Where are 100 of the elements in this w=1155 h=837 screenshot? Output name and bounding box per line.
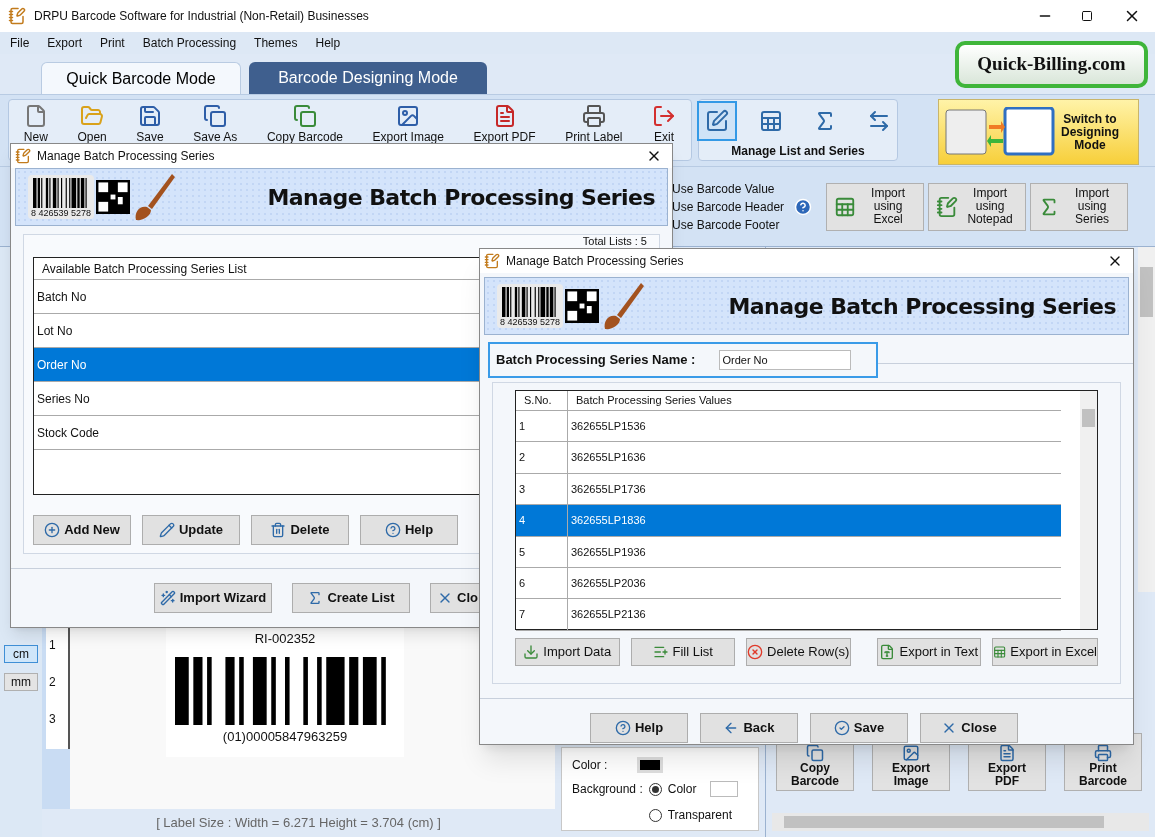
switch-label: Designing [1061, 125, 1119, 139]
document-icon [879, 644, 896, 660]
banner-title: Manage Batch Processing Series [267, 183, 655, 212]
dialog-button[interactable]: Update [142, 515, 240, 545]
unit-button[interactable]: cm [4, 645, 38, 663]
delete-icon [747, 644, 764, 660]
toolbar-button[interactable]: Save As [193, 104, 238, 144]
import-button[interactable]: Import using Excel [826, 182, 925, 231]
import-button[interactable]: Import using Notepad [928, 182, 1027, 231]
spreadsheet-icon [993, 644, 1007, 660]
dialog-button[interactable]: Clo [430, 583, 480, 613]
radio-button[interactable] [648, 808, 662, 822]
scrollbar[interactable] [1138, 247, 1155, 592]
table-cell: 6 [516, 567, 568, 599]
dialog-button[interactable]: Create List [292, 583, 410, 613]
qr-code-icon [565, 289, 600, 323]
toolbar-button[interactable]: Export Image [372, 104, 444, 144]
download-icon [523, 644, 540, 660]
toolbar-icon [581, 104, 606, 128]
toolbar-icon [203, 104, 228, 128]
table-row[interactable]: 4 362655LP1836 [516, 505, 1061, 537]
table-cell: 3 [516, 473, 568, 505]
banner-title: Manage Batch Processing Series [728, 292, 1116, 321]
toolbar-button[interactable]: Open [77, 104, 107, 144]
table-cell: 2 [516, 442, 568, 473]
table-row[interactable]: 5 362655LP1936 [516, 536, 1061, 568]
menu-item[interactable]: Help [315, 34, 341, 52]
column-header: S.No. [516, 391, 568, 410]
menu-item[interactable]: Themes [254, 34, 298, 52]
toolbar-button[interactable]: Exit [652, 104, 677, 144]
import-icon [936, 195, 959, 218]
table-row[interactable]: 6 362655LP2036 [516, 567, 1061, 600]
help-icon[interactable] [794, 197, 813, 216]
menu-item[interactable]: Export [47, 34, 83, 52]
option-label: Use Barcode Footer [672, 216, 781, 234]
horizontal-scrollbar[interactable] [772, 813, 1149, 831]
tool-icon [867, 109, 891, 133]
table-cell-text: 362655LP1836 [570, 513, 647, 529]
color-swatch[interactable] [710, 781, 739, 797]
dialog-button[interactable]: Back [700, 713, 798, 743]
dialog-button[interactable]: Add New [33, 515, 131, 545]
table-row[interactable]: 2 362655LP1636 [516, 442, 1061, 474]
toolbar-button[interactable]: Print Label [565, 104, 623, 144]
app-icon [15, 148, 31, 164]
menu-item[interactable]: File [10, 34, 30, 52]
switch-windows-icon [945, 107, 1055, 157]
scrollbar[interactable] [1080, 391, 1097, 629]
switch-mode-button[interactable]: Switch to Designing Mode [938, 99, 1139, 165]
mode-tab[interactable]: Barcode Designing Mode [249, 62, 487, 94]
toolbar-button[interactable]: New [23, 104, 48, 144]
table-cell-text: 362655LP1536 [570, 418, 647, 434]
barcode-digits: 8 426539 5278 [31, 208, 92, 219]
toolbar-icon [292, 104, 317, 128]
action-icon [1094, 744, 1112, 762]
add-icon [44, 522, 61, 538]
dialog-button[interactable]: Export in Text [876, 638, 981, 666]
barcode-icon [33, 178, 90, 208]
dialog-button[interactable]: Close [920, 713, 1018, 743]
toolbar-button[interactable]: Export PDF [473, 104, 536, 144]
mode-tab[interactable]: Quick Barcode Mode [41, 62, 241, 94]
group-title: Manage List and Series [731, 143, 865, 160]
radio-button[interactable] [648, 782, 662, 796]
menu-item[interactable]: Batch Processing [142, 34, 237, 52]
list-icon [652, 644, 669, 660]
import-button[interactable]: Import using Series [1030, 182, 1129, 231]
barcode-digits: 8 426539 5278 [500, 317, 561, 328]
dialog-button[interactable]: Help [360, 515, 458, 545]
dialog-button[interactable]: Import Data [515, 638, 620, 666]
toolbar-icon [396, 104, 421, 128]
radio-label: Color [667, 781, 697, 798]
toolbar-button[interactable]: Save [136, 104, 164, 144]
unit-button[interactable]: mm [4, 673, 38, 691]
table-cell: 1 [516, 411, 568, 442]
barcode-header: RI-002352 [254, 630, 316, 648]
dialog-button[interactable]: Delete Row(s) [746, 638, 851, 666]
site-logo: Quick-Billing.com [955, 41, 1148, 88]
dialog-button[interactable]: Fill List [630, 638, 735, 666]
ruler-number: 3 [49, 713, 56, 726]
dialog-title: Manage Batch Processing Series [37, 148, 215, 165]
table-cell-text: 362655LP2036 [570, 575, 647, 591]
table-cell-text: 362655LP1636 [570, 450, 647, 466]
color-swatch[interactable] [637, 757, 664, 773]
app-icon [8, 7, 26, 25]
check-icon [833, 720, 850, 736]
series-name-field[interactable]: Order No [719, 350, 852, 370]
dialog-button[interactable]: Save [810, 713, 908, 743]
import-icon [834, 195, 857, 218]
dialog-button[interactable]: Import Wizard [154, 583, 272, 613]
toolbar-button[interactable]: Copy Barcode [266, 104, 343, 144]
help-icon [614, 720, 631, 736]
dialog-button[interactable]: Export in Excel [992, 638, 1098, 666]
table-row[interactable]: 7 362655LP2136 [516, 599, 1061, 631]
table-row[interactable]: 1 362655LP1536 [516, 411, 1061, 443]
dialog-button[interactable]: Delete [251, 515, 349, 545]
dialog-button[interactable]: Help [590, 713, 688, 743]
menu-item[interactable]: Print [100, 34, 125, 52]
tool-icon [759, 109, 783, 133]
maximize-icon[interactable] [1081, 10, 1093, 22]
manage-tool-button[interactable] [697, 101, 737, 141]
ruler-number: 2 [49, 676, 56, 689]
